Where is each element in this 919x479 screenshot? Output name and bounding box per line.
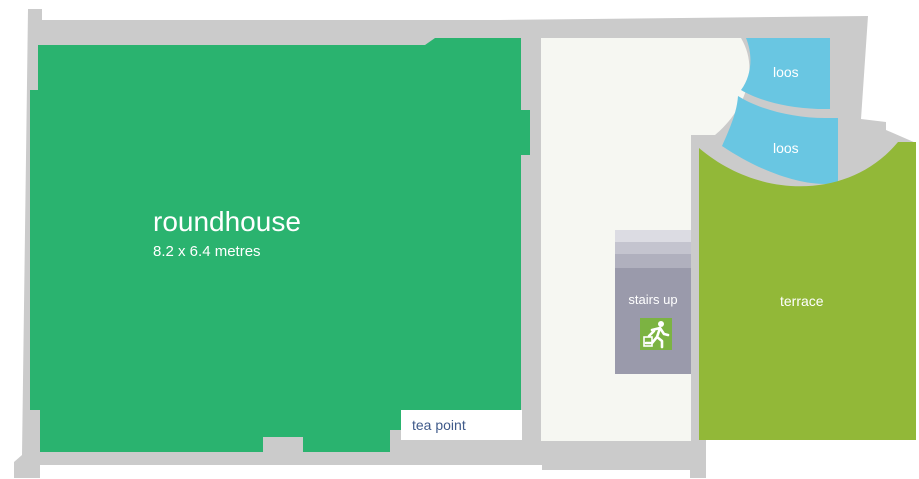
loos-lower-label: loos [773,140,799,156]
loos-upper-label: loos [773,64,799,80]
stairs-label: stairs up [628,292,678,307]
stairs-step-2 [615,242,691,254]
roundhouse-size: 8.2 x 6.4 metres [153,243,261,260]
tea-point-label: tea point [412,417,466,433]
roundhouse-title: roundhouse [153,206,301,237]
stairs-step-3 [615,254,691,268]
roundhouse-room [30,38,530,452]
stairs-step-1 [615,230,691,242]
terrace-label: terrace [780,293,824,309]
emergency-exit-icon [640,318,672,350]
terrace-area [699,142,916,440]
